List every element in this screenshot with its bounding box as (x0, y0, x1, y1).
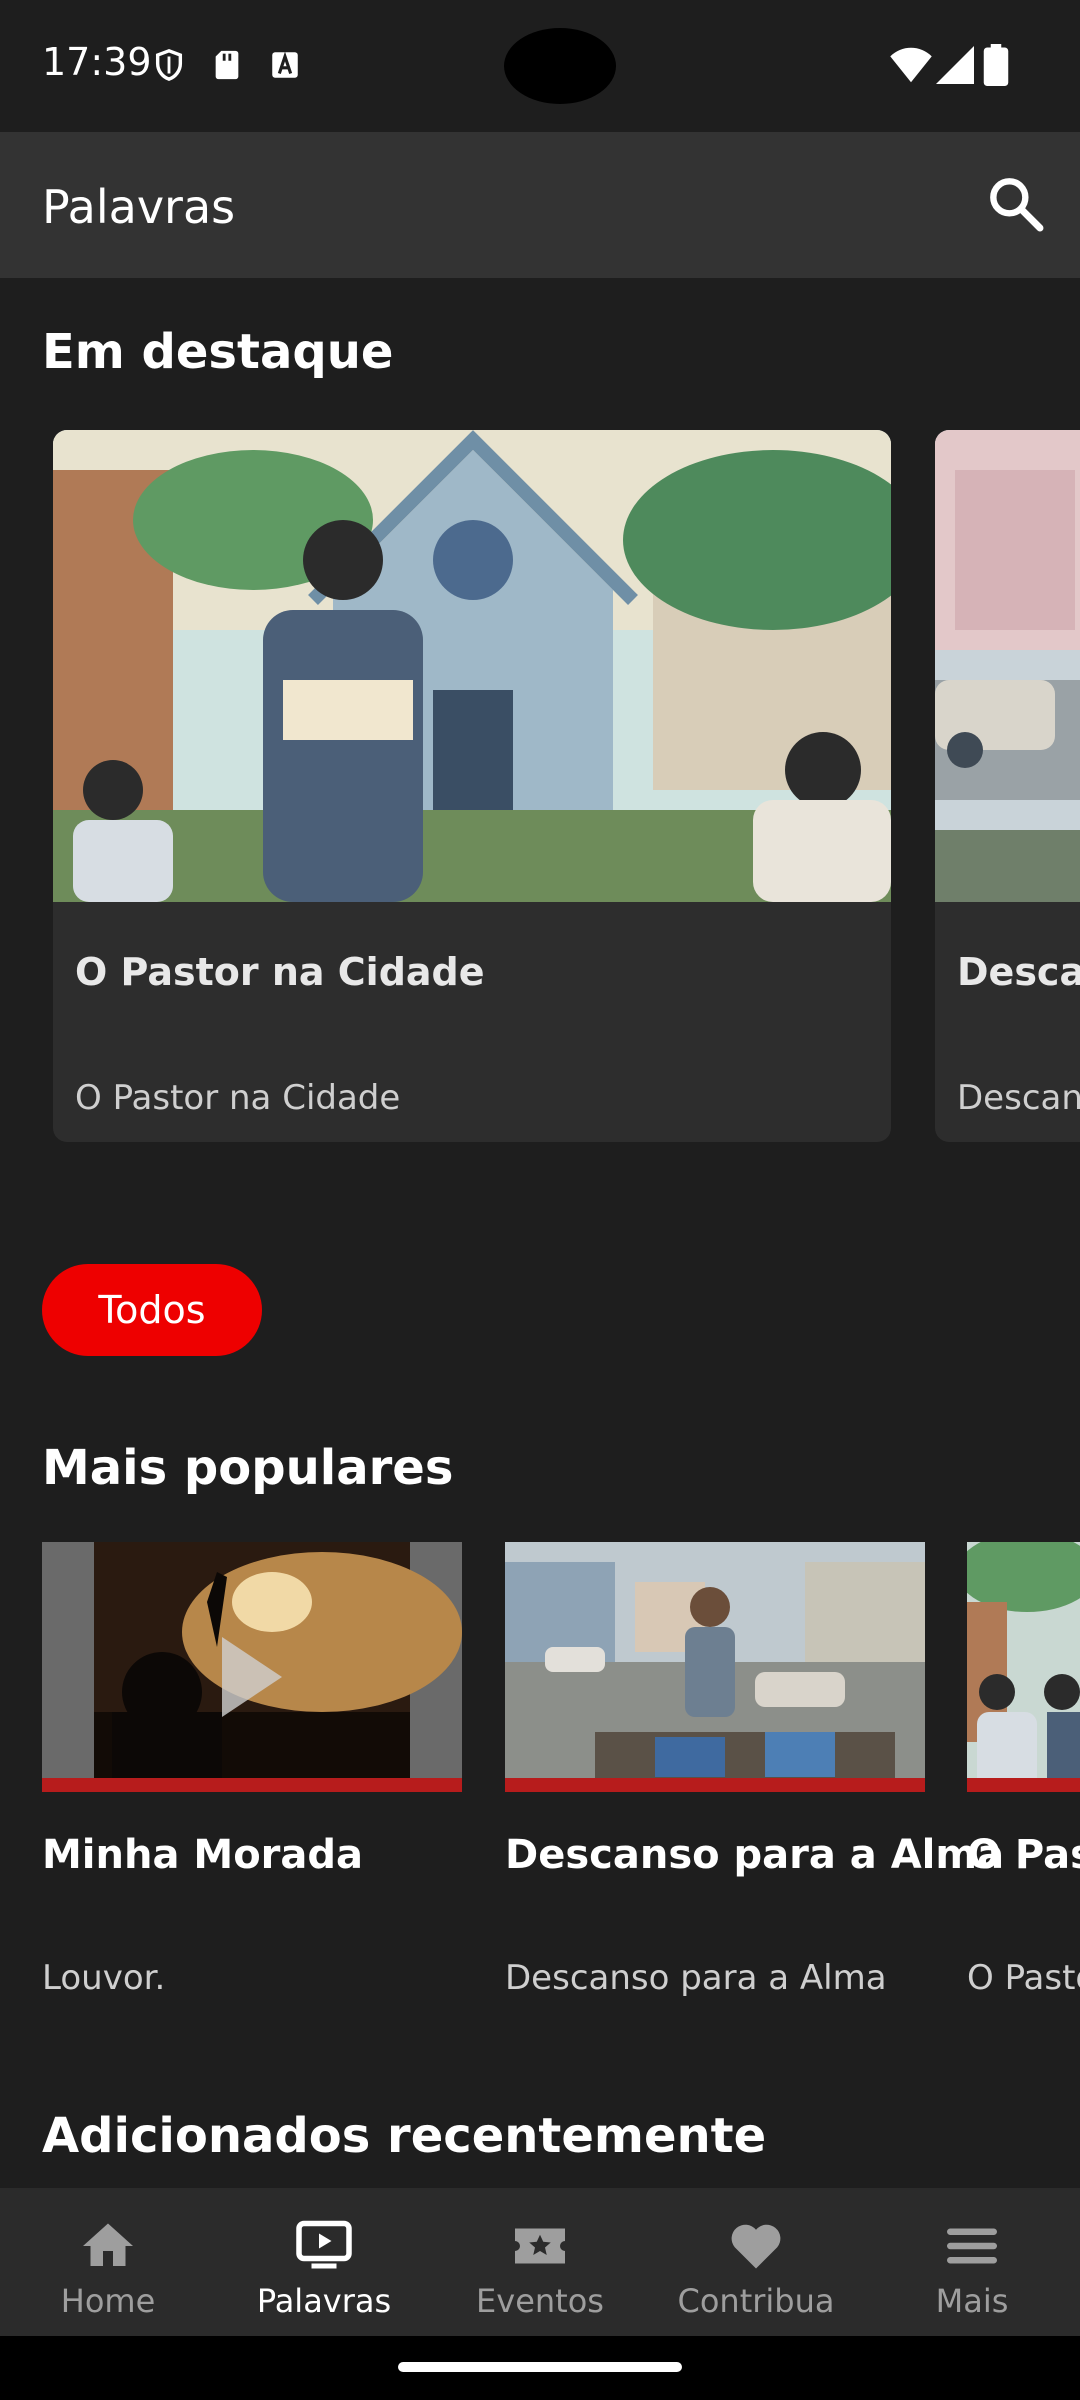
nav-item-label: Eventos (476, 2282, 604, 2320)
nav-item-palavras[interactable]: Palavras (216, 2188, 432, 2336)
popular-item-thumbnail (967, 1542, 1080, 1792)
home-indicator[interactable] (398, 2362, 682, 2372)
featured-card[interactable]: O Pastor na Cidade O Pastor na Cidade (53, 430, 891, 1142)
featured-card-title: Descar (957, 950, 1080, 994)
video-thumbnail-image (505, 1542, 925, 1792)
popular-item-subtitle: O Pasto (967, 1958, 1080, 1998)
popular-item-subtitle: Louvor. (42, 1958, 166, 1998)
popular-item-title: O Past (967, 1832, 1080, 1878)
featured-card-image (53, 430, 891, 902)
watch-progress-bar (42, 1778, 462, 1792)
popular-section-title: Mais populares (42, 1440, 454, 1496)
nav-item-mais[interactable]: Mais (864, 2188, 1080, 2336)
featured-card-subtitle: Descan (957, 1078, 1080, 1118)
featured-card[interactable]: Descar Descan (935, 430, 1080, 1142)
featured-card-image (935, 430, 1080, 902)
nav-item-contribua[interactable]: Contribua (648, 2188, 864, 2336)
featured-card-title: O Pastor na Cidade (75, 950, 485, 994)
featured-card-subtitle: O Pastor na Cidade (75, 1078, 401, 1118)
sd-card-icon (215, 50, 239, 80)
popular-item[interactable]: O Past O Pasto (967, 1542, 1080, 2012)
nav-item-home[interactable]: Home (0, 2188, 216, 2336)
camera-cutout (504, 28, 616, 104)
popular-item-title: Descanso para a Alma (505, 1832, 1005, 1878)
menu-icon (947, 2228, 997, 2264)
popular-item-subtitle: Descanso para a Alma (505, 1958, 887, 1998)
nav-item-label: Home (60, 2282, 156, 2320)
watch-progress-bar (505, 1778, 925, 1792)
watch-progress-bar (967, 1778, 1080, 1792)
tv-play-icon (296, 2220, 352, 2269)
popular-item-thumbnail (42, 1542, 462, 1792)
ticket-star-icon (515, 2228, 565, 2264)
filter-chip-todos[interactable]: Todos (42, 1264, 262, 1356)
nav-item-label: Mais (935, 2282, 1009, 2320)
battery-icon (983, 44, 1009, 86)
nav-item-eventos[interactable]: Eventos (432, 2188, 648, 2336)
video-thumbnail-image (967, 1542, 1080, 1792)
nav-item-label: Palavras (256, 2282, 392, 2320)
shield-icon (155, 49, 183, 81)
page-title: Palavras (42, 180, 236, 234)
search-icon[interactable] (984, 172, 1048, 236)
signal-icon (936, 46, 974, 84)
popular-item-thumbnail (505, 1542, 925, 1792)
featured-section-title: Em destaque (42, 324, 394, 380)
popular-item[interactable]: Descanso para a Alma Descanso para a Alm… (505, 1542, 1004, 2012)
filter-chip-label: Todos (98, 1288, 206, 1332)
heart-icon (731, 2224, 781, 2269)
video-thumbnail-image (42, 1542, 462, 1792)
home-icon (83, 2223, 133, 2266)
popular-item-title: Minha Morada (42, 1832, 364, 1878)
status-time: 17:39 (42, 40, 152, 84)
keyboard-a-icon (272, 51, 298, 78)
popular-item[interactable]: Minha Morada Louvor. (42, 1542, 462, 2012)
nav-item-label: Contribua (677, 2282, 835, 2320)
recent-section-title: Adicionados recentemente (42, 2108, 767, 2164)
wifi-icon (890, 47, 932, 83)
